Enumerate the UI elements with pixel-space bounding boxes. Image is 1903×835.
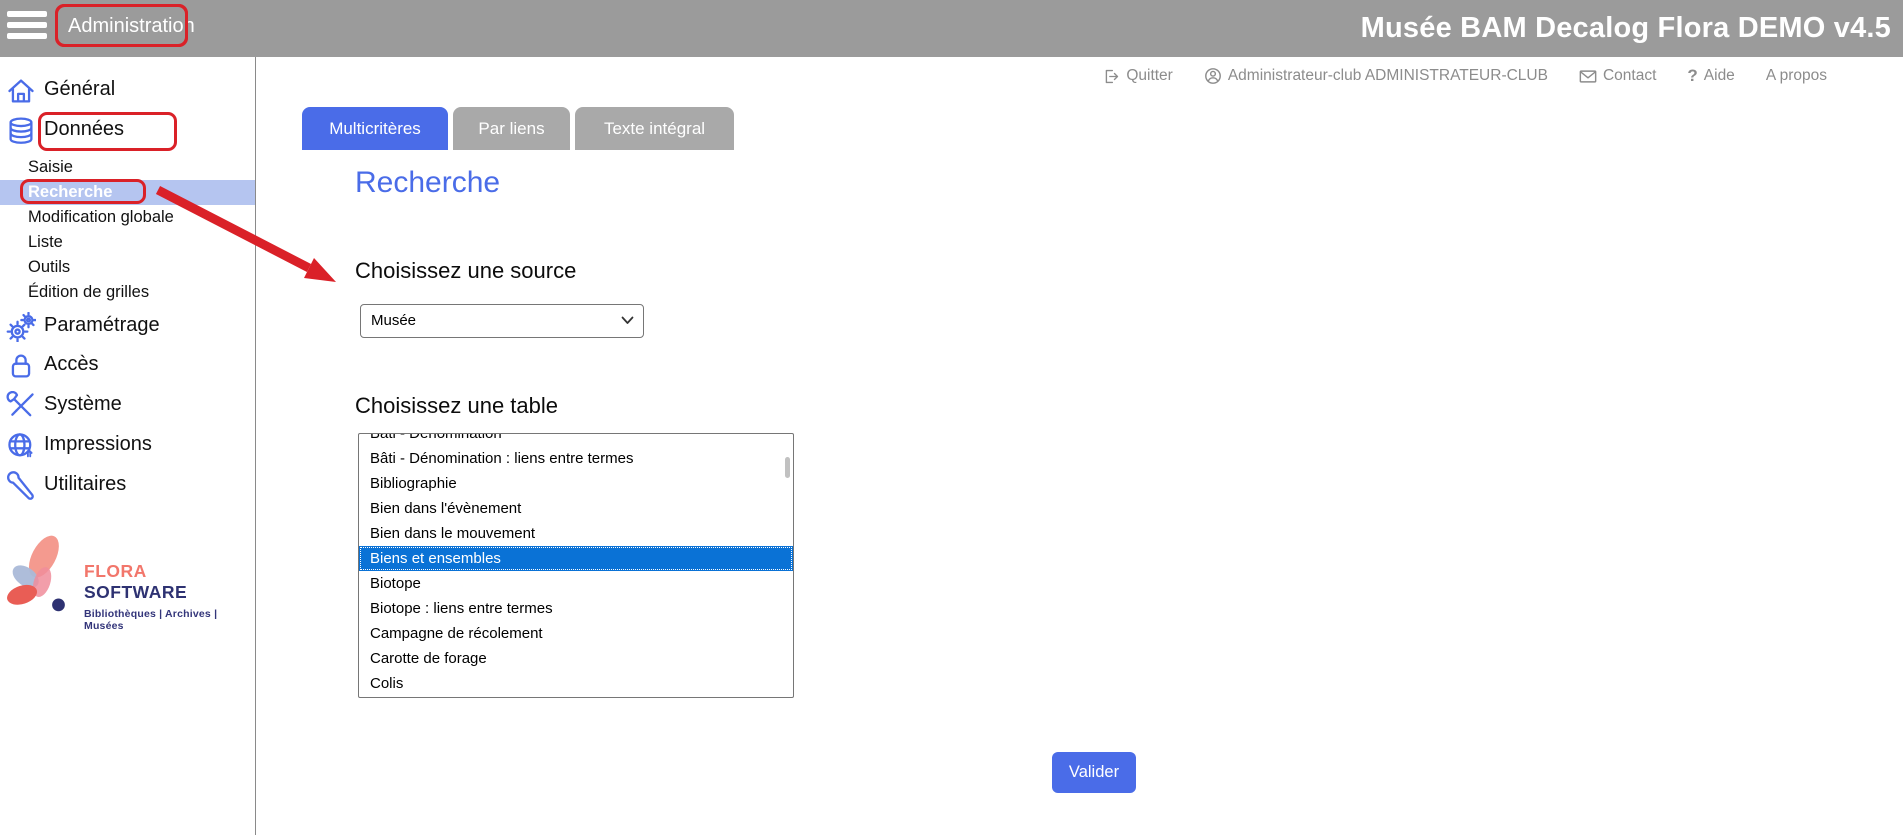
sidebar-subitem-edition-grilles[interactable]: Édition de grilles <box>0 280 255 305</box>
user-account[interactable]: Administrateur-club ADMINISTRATEUR-CLUB <box>1204 67 1548 85</box>
subitem-label: Saisie <box>28 158 73 176</box>
sidebar-item-donnees[interactable]: Données <box>0 111 255 151</box>
apropos-label: A propos <box>1766 67 1827 85</box>
sidebar-subitem-outils[interactable]: Outils <box>0 255 255 280</box>
sidebar-item-acces[interactable]: Accès <box>0 346 255 386</box>
lock-icon <box>6 351 36 381</box>
list-option-selected[interactable]: Biens et ensembles <box>359 546 793 571</box>
source-select[interactable]: Musée <box>360 304 644 338</box>
apropos-link[interactable]: A propos <box>1766 67 1827 85</box>
app-title: Musée BAM Decalog Flora DEMO v4.5 <box>1361 0 1891 57</box>
question-icon: ? <box>1687 66 1697 86</box>
annotation-arrow <box>0 0 1903 835</box>
source-section-label: Choisissez une source <box>355 258 576 284</box>
list-option[interactable]: Bibliographie <box>359 471 793 496</box>
table-listbox-options: Bâti - Dénomination Bâti - Dénomination … <box>359 433 793 696</box>
wrench-icon <box>6 471 36 501</box>
subitem-label: Outils <box>28 258 70 276</box>
tools-icon <box>6 391 36 421</box>
menu-section-label: Administration <box>55 4 188 47</box>
gears-icon <box>6 312 36 342</box>
home-icon <box>6 76 36 106</box>
aide-label: Aide <box>1704 67 1735 85</box>
list-option[interactable]: Biotope : liens entre termes <box>359 596 793 621</box>
brand-tagline: Bibliothèques | Archives | Musées <box>84 608 252 632</box>
table-section-label: Choisissez une table <box>355 393 558 419</box>
list-option[interactable]: Bien dans l'évènement <box>359 496 793 521</box>
sidebar-subitem-modification-globale[interactable]: Modification globale <box>0 205 255 230</box>
tab-label: Par liens <box>478 119 544 139</box>
header-links: Quitter Administrateur-club ADMINISTRATE… <box>1103 57 1827 95</box>
list-option[interactable]: Biotope <box>359 571 793 596</box>
envelope-icon <box>1579 69 1597 84</box>
logout-icon <box>1103 68 1120 85</box>
aide-link[interactable]: ? Aide <box>1687 66 1734 86</box>
search-tabs: Multicritères Par liens Texte intégral <box>302 107 734 150</box>
sidebar-item-label: Accès <box>44 353 98 376</box>
sidebar-item-systeme[interactable]: Système <box>0 386 255 426</box>
tab-multicriteres[interactable]: Multicritères <box>302 107 448 150</box>
sidebar-item-utilitaires[interactable]: Utilitaires <box>0 466 255 506</box>
subitem-label: Modification globale <box>28 208 174 226</box>
contact-link[interactable]: Contact <box>1579 67 1656 85</box>
tab-label: Multicritères <box>329 119 421 139</box>
user-name: Administrateur-club ADMINISTRATEUR-CLUB <box>1228 67 1548 85</box>
subitem-label: Édition de grilles <box>28 283 149 301</box>
contact-label: Contact <box>1603 67 1656 85</box>
sidebar-item-label: Données <box>44 118 124 141</box>
list-option[interactable]: Bien dans le mouvement <box>359 521 793 546</box>
globe-icon <box>6 431 36 461</box>
list-option[interactable]: Campagne de récolement <box>359 621 793 646</box>
list-option[interactable]: Carotte de forage <box>359 646 793 671</box>
sidebar-item-impressions[interactable]: Impressions <box>0 426 255 466</box>
sidebar-item-label: Paramétrage <box>44 314 160 337</box>
subitem-label: Recherche <box>28 183 112 201</box>
database-icon <box>6 116 36 146</box>
list-option[interactable]: Bâti - Dénomination <box>359 433 793 446</box>
list-option[interactable]: Colis <box>359 671 793 696</box>
brand-flora: FLORA <box>84 561 146 581</box>
sidebar-item-label: Impressions <box>44 433 152 456</box>
tab-label: Texte intégral <box>604 119 705 139</box>
tab-texte-integral[interactable]: Texte intégral <box>575 107 734 150</box>
sidebar-item-general[interactable]: Général <box>0 71 255 111</box>
sidebar-subitem-liste[interactable]: Liste <box>0 230 255 255</box>
sidebar-subitem-saisie[interactable]: Saisie <box>0 155 255 180</box>
sidebar-item-label: Système <box>44 393 122 416</box>
subitem-label: Liste <box>28 233 63 251</box>
brand-software: SOFTWARE <box>84 582 187 602</box>
hamburger-menu-icon[interactable] <box>7 11 47 45</box>
flora-software-logo: FLORA SOFTWARE Bibliothèques | Archives … <box>2 525 252 625</box>
table-listbox[interactable]: Bâti - Dénomination Bâti - Dénomination … <box>358 433 794 698</box>
quitter-link[interactable]: Quitter <box>1103 67 1173 85</box>
brand-name: FLORA SOFTWARE <box>84 561 252 603</box>
sidebar-item-parametrage[interactable]: Paramétrage <box>0 307 255 347</box>
user-icon <box>1204 67 1222 85</box>
chevron-down-icon <box>621 316 634 325</box>
sidebar-item-label: Utilitaires <box>44 473 126 496</box>
page-title: Recherche <box>355 166 500 200</box>
sidebar-item-label: Général <box>44 78 115 101</box>
listbox-scrollbar[interactable] <box>785 457 790 478</box>
tab-par-liens[interactable]: Par liens <box>453 107 570 150</box>
flora-butterfly-icon <box>2 525 84 620</box>
top-bar: Administration Musée BAM Decalog Flora D… <box>0 0 1903 57</box>
list-option[interactable]: Bâti - Dénomination : liens entre termes <box>359 446 793 471</box>
sidebar-subitem-recherche[interactable]: Recherche <box>0 180 255 205</box>
valider-button[interactable]: Valider <box>1052 752 1136 793</box>
sidebar: Général Données Saisie Recherche Modific… <box>0 57 256 835</box>
source-select-value: Musée <box>371 312 416 329</box>
quitter-label: Quitter <box>1126 67 1173 85</box>
